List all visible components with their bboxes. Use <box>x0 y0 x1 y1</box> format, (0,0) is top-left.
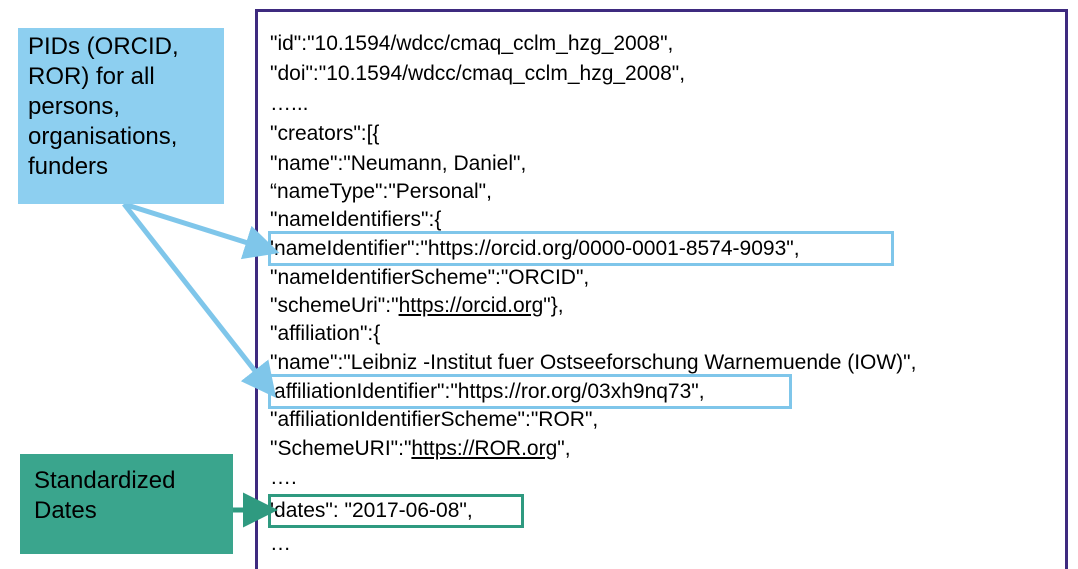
pids-callout: PIDs (ORCID, ROR) for all persons, organ… <box>18 28 224 204</box>
code-line-nameidentifierscheme: "nameIdentifierScheme":"ORCID", <box>270 266 590 289</box>
code-line-nametype: “nameType":"Personal", <box>270 180 492 203</box>
dates-highlight <box>268 494 524 528</box>
affiliationidentifier-highlight <box>268 374 792 409</box>
code-line-schemeuri: "schemeUri":"https://orcid.org"}, <box>270 294 564 318</box>
code-line-nameidentifiers: "nameIdentifiers":{ <box>270 208 442 231</box>
scheme-uri-suffix: ", <box>557 437 571 460</box>
code-line-ellipsis-2: …. <box>270 466 297 489</box>
arrow-to-affiliationidentifier <box>122 202 277 398</box>
arrow-to-nameidentifier <box>123 201 280 260</box>
orcid-link[interactable]: https://orcid.org <box>399 294 544 317</box>
code-line-doi: "doi":"10.1594/wdcc/cmaq_cclm_hzg_2008", <box>270 62 686 85</box>
nameidentifier-highlight <box>268 231 894 266</box>
code-line-aff-identifier-scheme: "affiliationIdentifierScheme":"ROR", <box>270 408 599 431</box>
schemeuri-prefix: "schemeUri":" <box>270 294 399 317</box>
code-line-creators: "creators":[{ <box>270 122 380 145</box>
code-line-ellipsis: …... <box>270 92 309 115</box>
code-line-aff-name: "name":"Leibniz -Institut fuer Ostseefor… <box>270 351 917 374</box>
ror-link[interactable]: https://ROR.org <box>411 437 557 460</box>
code-line-id: "id":"10.1594/wdcc/cmaq_cclm_hzg_2008", <box>270 32 674 55</box>
code-line-affiliation: "affiliation":{ <box>270 322 381 345</box>
schemeuri-suffix: "}, <box>543 294 564 317</box>
code-line-name: "name":"Neumann, Daniel", <box>270 152 527 175</box>
scheme-uri-prefix: "SchemeURI":" <box>270 437 412 460</box>
code-line-scheme-uri: "SchemeURI":"https://ROR.org", <box>270 437 571 461</box>
dates-callout: Standardized Dates <box>20 454 233 554</box>
code-line-ellipsis-3: … <box>270 532 291 555</box>
